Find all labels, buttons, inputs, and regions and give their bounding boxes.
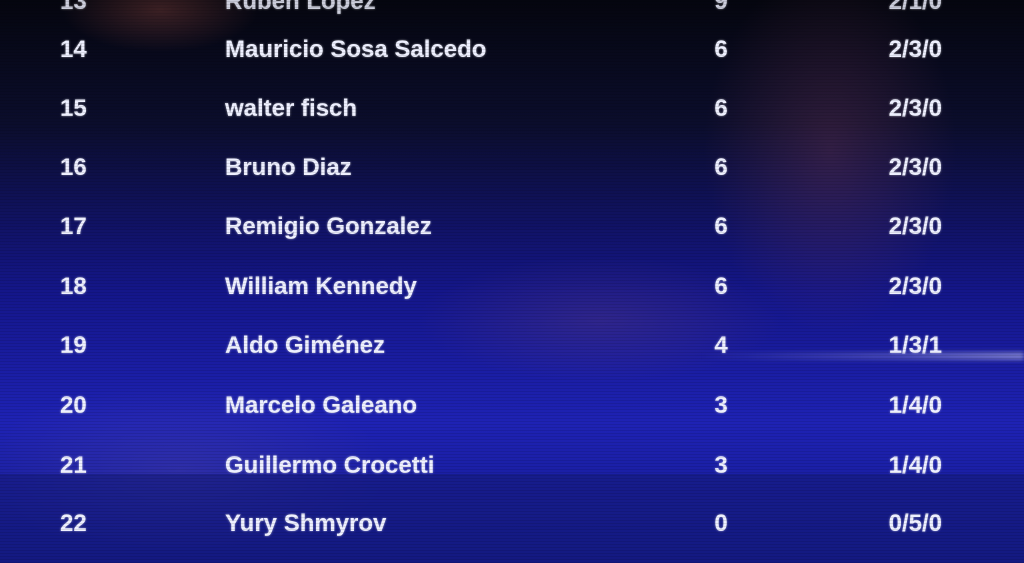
table-row: 17 Remigio Gonzalez 6 2/3/0 [0, 207, 1024, 247]
table-row: 18 William Kennedy 6 2/3/0 [0, 267, 1024, 307]
points-cell: 6 [714, 95, 728, 122]
rank-cell: 19 [60, 332, 87, 359]
rank-cell: 20 [60, 392, 87, 419]
record-cell: 0/5/0 [888, 510, 942, 537]
rank-cell: 13 [60, 0, 87, 15]
rank-cell: 14 [60, 36, 87, 63]
player-name-cell: Bruno Diaz [225, 154, 352, 181]
player-name-cell: Rubén López [225, 0, 376, 15]
table-row: 15 walter fisch 6 2/3/0 [0, 89, 1024, 129]
record-cell: 2/3/0 [888, 213, 942, 240]
record-cell: 2/3/0 [888, 36, 942, 63]
table-row: 21 Guillermo Crocetti 3 1/4/0 [0, 446, 1024, 486]
points-cell: 4 [714, 332, 728, 359]
player-name-cell: Marcelo Galeano [225, 392, 418, 419]
player-name-cell: Guillermo Crocetti [225, 452, 435, 479]
rank-cell: 17 [60, 213, 87, 240]
record-cell: 1/3/1 [888, 332, 942, 359]
points-cell: 6 [714, 154, 728, 181]
player-name-cell: walter fisch [225, 95, 358, 122]
table-row: 22 Yury Shmyrov 0 0/5/0 [0, 504, 1024, 544]
points-cell: 3 [714, 392, 728, 419]
record-cell: 2/3/0 [888, 273, 942, 300]
player-name-cell: Remigio Gonzalez [225, 213, 432, 240]
table-row: 20 Marcelo Galeano 3 1/4/0 [0, 386, 1024, 426]
points-cell: 3 [714, 452, 728, 479]
table-row: 16 Bruno Diaz 6 2/3/0 [0, 148, 1024, 188]
rank-cell: 21 [60, 452, 87, 479]
table-row: 14 Mauricio Sosa Salcedo 6 2/3/0 [0, 30, 1024, 70]
points-cell: 6 [714, 213, 728, 240]
player-name-cell: William Kennedy [225, 273, 417, 300]
table-row: 19 Aldo Giménez 4 1/3/1 [0, 326, 1024, 366]
record-cell: 2/3/0 [888, 95, 942, 122]
rank-cell: 15 [60, 95, 87, 122]
player-name-cell: Mauricio Sosa Salcedo [225, 36, 487, 63]
points-cell: 6 [714, 36, 728, 63]
points-cell: 0 [714, 510, 728, 537]
table-row: 13 Rubén López 9 2/1/0 [0, 0, 1024, 22]
rank-cell: 16 [60, 154, 87, 181]
rank-cell: 22 [60, 510, 87, 537]
record-cell: 2/1/0 [888, 0, 942, 15]
points-cell: 6 [714, 273, 728, 300]
points-cell: 9 [714, 0, 728, 15]
record-cell: 2/3/0 [888, 154, 942, 181]
player-name-cell: Yury Shmyrov [225, 510, 387, 537]
player-name-cell: Aldo Giménez [225, 332, 386, 359]
rank-cell: 18 [60, 273, 87, 300]
record-cell: 1/4/0 [888, 452, 942, 479]
record-cell: 1/4/0 [888, 392, 942, 419]
